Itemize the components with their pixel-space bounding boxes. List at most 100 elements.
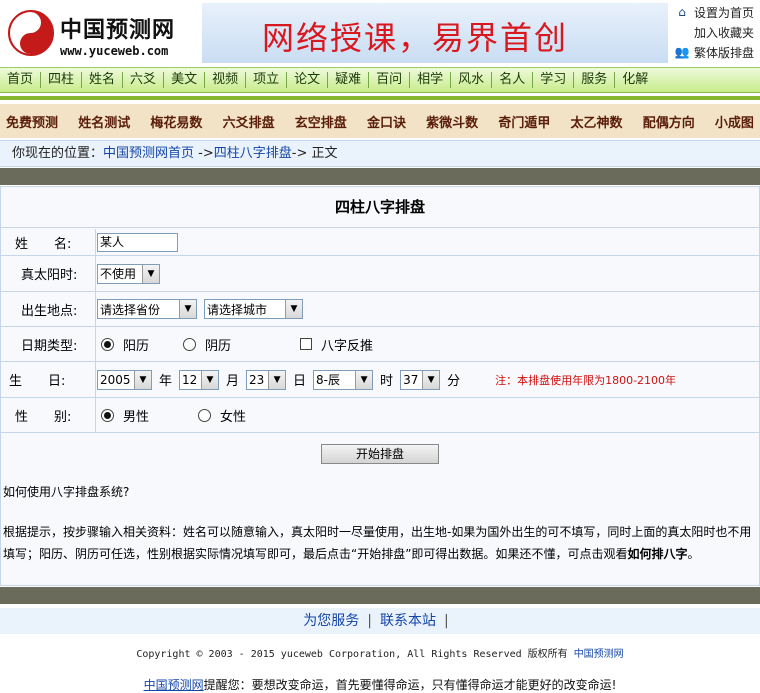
breadcrumb-current: 正文 bbox=[311, 146, 338, 161]
how-to-link[interactable]: 如何排八字 bbox=[627, 547, 687, 561]
male-radio[interactable] bbox=[101, 408, 114, 422]
house-icon: ⌂ bbox=[678, 5, 686, 19]
birthday-label: 生 日: bbox=[1, 362, 96, 397]
hour-select[interactable]: 8-辰 ▼ bbox=[313, 369, 374, 390]
nav-item[interactable]: 学习 bbox=[533, 72, 575, 88]
nav-item[interactable]: 论文 bbox=[287, 72, 329, 88]
tool-nav-item[interactable]: 金口诀 bbox=[367, 112, 406, 131]
breadcrumb: 你现在的位置：中国预测网首页 ->四柱八字排盘-> 正文 bbox=[0, 140, 760, 167]
nav-item[interactable]: 视频 bbox=[205, 72, 247, 88]
nav-item[interactable]: 化解 bbox=[615, 72, 655, 88]
site-tip-link[interactable]: 中国预测网 bbox=[144, 678, 204, 692]
footer-links: 为您服务 | 联系本站 | bbox=[0, 608, 760, 634]
male-label: 男性 bbox=[123, 409, 150, 425]
nav-item[interactable]: 疑难 bbox=[328, 72, 370, 88]
month-select[interactable]: 12 ▼ bbox=[179, 369, 220, 390]
tools-nav: 免费预测 姓名测试 梅花易数 六爻排盘 玄空排盘 金口诀 紫微斗数 奇门遁甲 太… bbox=[0, 104, 760, 138]
users-icon: 👥 bbox=[674, 45, 690, 59]
help-question: 如何使用八字排盘系统? bbox=[3, 485, 130, 499]
tool-nav-item[interactable]: 太乙神数 bbox=[571, 112, 623, 131]
female-label: 女性 bbox=[220, 409, 247, 425]
name-row: 姓 名: 某人 bbox=[1, 229, 759, 256]
tool-nav-item[interactable]: 奇门遁甲 bbox=[498, 112, 550, 131]
name-input[interactable]: 某人 bbox=[97, 232, 178, 252]
birthday-row: 生 日: 2005 ▼ 年 12 ▼ 月 23 ▼ 日 8-辰 ▼ 时 37 ▼… bbox=[1, 362, 759, 398]
tool-nav-item[interactable]: 玄空排盘 bbox=[295, 112, 347, 131]
copyright: Copyright © 2003 - 2015 yuceweb Corporat… bbox=[136, 649, 624, 660]
date-type-row: 日期类型: 阳历 阴历 八字反推 bbox=[1, 327, 759, 362]
minute-select[interactable]: 37 ▼ bbox=[400, 369, 441, 390]
chevron-down-icon: ▼ bbox=[355, 370, 373, 389]
bazi-form: 四柱八字排盘 姓 名: 某人 真太阳时: 不使用 ▼ 出生地点: 请选择省份 ▼… bbox=[0, 186, 760, 586]
chevron-down-icon: ▼ bbox=[134, 370, 151, 389]
ad-banner[interactable]: 网络授课，易界首创 bbox=[202, 3, 668, 63]
province-select[interactable]: 请选择省份 ▼ bbox=[97, 299, 197, 319]
reverse-bazi-label: 八字反推 bbox=[321, 338, 374, 354]
divider-bar bbox=[0, 587, 760, 604]
gender-label: 性 别: bbox=[1, 398, 96, 432]
nav-item[interactable]: 风水 bbox=[451, 72, 493, 88]
tool-nav-item[interactable]: 免费预测 bbox=[6, 112, 58, 131]
lunar-calendar-label: 阴历 bbox=[205, 338, 232, 354]
lunar-calendar-radio[interactable] bbox=[183, 337, 196, 351]
nav-item[interactable]: 姓名 bbox=[82, 72, 124, 88]
tool-nav-item[interactable]: 小成图 bbox=[715, 112, 754, 131]
nav-item[interactable]: 服务 bbox=[574, 72, 616, 88]
yinyang-logo-icon bbox=[8, 10, 54, 56]
nav-item[interactable]: 四柱 bbox=[41, 72, 83, 88]
chevron-down-icon: ▼ bbox=[201, 370, 219, 389]
chevron-down-icon: ▼ bbox=[268, 370, 286, 389]
nav-item[interactable]: 美文 bbox=[164, 72, 206, 88]
solar-time-label: 真太阳时: bbox=[1, 256, 96, 291]
site-header: 中国预测网 www.yuceweb.com 网络授课，易界首创 ⌂ 设置为首页 … bbox=[0, 0, 760, 66]
tool-nav-item[interactable]: 紫微斗数 bbox=[426, 112, 478, 131]
service-link[interactable]: 为您服务 bbox=[303, 613, 359, 629]
set-homepage-link[interactable]: ⌂ 设置为首页 bbox=[674, 2, 760, 22]
footer-tip: 中国预测网提醒您：要想改变命运，首先要懂得命运，只有懂得命运才能更好的改变命运! bbox=[143, 678, 617, 692]
main-nav: 首页 四柱 姓名 六爻 美文 视频 项立 论文 疑难 百问 相学 风水 名人 学… bbox=[0, 67, 760, 93]
breadcrumb-home-link[interactable]: 中国预测网首页 bbox=[103, 146, 194, 161]
nav-item[interactable]: 相学 bbox=[410, 72, 452, 88]
chevron-down-icon: ▼ bbox=[179, 300, 196, 318]
start-chart-button[interactable]: 开始排盘 bbox=[321, 444, 439, 464]
add-favorites-link[interactable]: 加入收藏夹 bbox=[674, 22, 760, 42]
top-links: ⌂ 设置为首页 加入收藏夹 👥 繁体版排盘 bbox=[674, 2, 760, 62]
logo-url: www.yuceweb.com bbox=[60, 44, 169, 58]
divider-bar bbox=[0, 168, 760, 185]
site-link[interactable]: 中国预测网 bbox=[574, 649, 624, 660]
tool-nav-item[interactable]: 配偶方向 bbox=[643, 112, 695, 131]
city-select[interactable]: 请选择城市 ▼ bbox=[204, 299, 303, 319]
gender-row: 性 别: 男性 女性 bbox=[1, 398, 759, 433]
birthplace-row: 出生地点: 请选择省份 ▼ 请选择城市 ▼ bbox=[1, 292, 759, 327]
divider bbox=[0, 96, 760, 100]
help-text: 根据提示，按步骤输入相关资料：姓名可以随意输入，真太阳时一尽量使用，出生地-如果… bbox=[3, 525, 752, 561]
chevron-down-icon: ▼ bbox=[142, 264, 159, 283]
nav-item[interactable]: 六爻 bbox=[123, 72, 165, 88]
tool-nav-item[interactable]: 姓名测试 bbox=[78, 112, 130, 131]
solar-time-select[interactable]: 不使用 ▼ bbox=[97, 263, 160, 284]
name-label: 姓 名: bbox=[1, 229, 96, 255]
nav-item[interactable]: 名人 bbox=[492, 72, 534, 88]
female-radio[interactable] bbox=[198, 408, 211, 422]
contact-link[interactable]: 联系本站 bbox=[380, 613, 436, 629]
logo-title: 中国预测网 bbox=[60, 17, 176, 43]
form-title: 四柱八字排盘 bbox=[1, 187, 759, 228]
date-type-label: 日期类型: bbox=[1, 327, 96, 361]
breadcrumb-section-link[interactable]: 四柱八字排盘 bbox=[214, 146, 292, 161]
solar-calendar-radio[interactable] bbox=[101, 337, 114, 351]
traditional-chinese-link[interactable]: 👥 繁体版排盘 bbox=[674, 42, 760, 62]
day-select[interactable]: 23 ▼ bbox=[246, 369, 287, 390]
nav-item[interactable]: 项立 bbox=[246, 72, 288, 88]
solar-calendar-label: 阳历 bbox=[123, 338, 150, 354]
tool-nav-item[interactable]: 梅花易数 bbox=[150, 112, 202, 131]
birthplace-label: 出生地点: bbox=[1, 292, 96, 326]
year-select[interactable]: 2005 ▼ bbox=[97, 369, 152, 390]
nav-item[interactable]: 首页 bbox=[0, 72, 42, 88]
solar-time-row: 真太阳时: 不使用 ▼ bbox=[1, 256, 759, 292]
nav-item[interactable]: 百问 bbox=[369, 72, 411, 88]
site-logo[interactable]: 中国预测网 www.yuceweb.com bbox=[4, 4, 200, 62]
chevron-down-icon: ▼ bbox=[285, 300, 302, 318]
reverse-bazi-checkbox[interactable] bbox=[300, 338, 312, 350]
chevron-down-icon: ▼ bbox=[422, 370, 440, 389]
tool-nav-item[interactable]: 六爻排盘 bbox=[223, 112, 275, 131]
